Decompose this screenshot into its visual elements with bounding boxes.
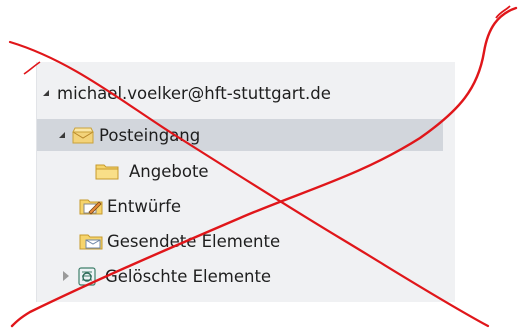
- folder-item-angebote[interactable]: Angebote: [37, 155, 455, 187]
- folder-label-posteingang: Posteingang: [99, 125, 201, 145]
- folder-label-angebote: Angebote: [129, 161, 209, 181]
- inbox-icon: [71, 125, 95, 145]
- folder-label-gesendete-elemente: Gesendete Elemente: [107, 231, 281, 251]
- account-name: michael.voelker@hft-stuttgart.de: [57, 83, 331, 103]
- expand-account-icon[interactable]: [43, 90, 49, 96]
- sent-items-icon: [79, 231, 103, 251]
- folder-item-entwuerfe[interactable]: Entwürfe: [37, 190, 455, 222]
- folder-label-geloeschte-elemente: Gelöschte Elemente: [105, 266, 272, 286]
- expand-deleted-items-icon[interactable]: [63, 271, 69, 281]
- folder-item-posteingang[interactable]: Posteingang: [37, 119, 443, 151]
- folder-icon: [95, 161, 119, 181]
- account-row[interactable]: michael.voelker@hft-stuttgart.de: [37, 80, 455, 106]
- drafts-icon: [79, 196, 103, 216]
- folder-item-geloeschte-elemente[interactable]: Gelöschte Elemente: [37, 260, 455, 292]
- folder-item-gesendete-elemente[interactable]: Gesendete Elemente: [37, 225, 455, 257]
- deleted-items-icon: [75, 266, 99, 286]
- folder-pane: michael.voelker@hft-stuttgart.de Postein…: [36, 62, 455, 302]
- expand-inbox-icon[interactable]: [59, 132, 65, 138]
- folder-label-entwuerfe: Entwürfe: [107, 196, 182, 216]
